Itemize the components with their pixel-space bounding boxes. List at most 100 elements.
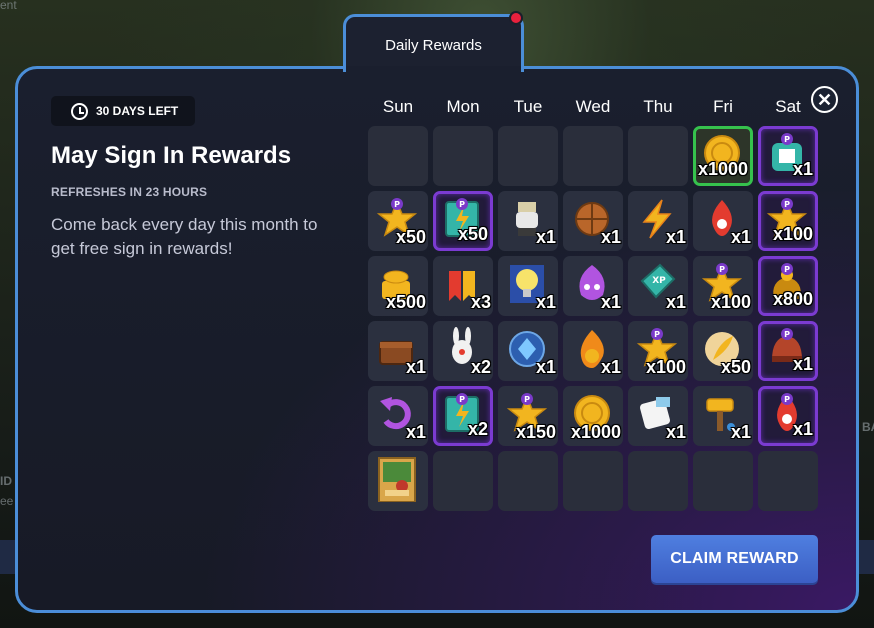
reward-quantity: x2 xyxy=(470,357,491,377)
svg-text:P: P xyxy=(459,200,465,209)
reward-cell[interactable]: x1 xyxy=(368,386,428,446)
svg-text:P: P xyxy=(784,135,790,144)
day-header: Tue xyxy=(513,97,543,116)
reward-cell[interactable]: Px1 xyxy=(758,321,818,381)
reward-quantity: x1000 xyxy=(697,159,748,179)
calendar-cell-empty xyxy=(368,126,428,186)
description: Come back every day this month to get fr… xyxy=(51,215,318,258)
reward-cell[interactable]: Px50 xyxy=(433,191,493,251)
reward-cell[interactable]: x1000 xyxy=(693,126,753,186)
reward-cell[interactable]: XP x1 xyxy=(628,256,688,316)
svg-text:P: P xyxy=(654,330,660,339)
reward-quantity: x150 xyxy=(515,422,556,442)
days-left-badge: 30 DAYS LEFT xyxy=(51,96,195,126)
reward-quantity: x50 xyxy=(720,357,751,377)
calendar-cell-empty xyxy=(628,126,688,186)
reward-quantity: x50 xyxy=(395,227,426,247)
reward-quantity: x1000 xyxy=(570,422,621,442)
claim-reward-label: CLAIM REWARD xyxy=(670,550,799,567)
svg-text:P: P xyxy=(394,200,400,209)
reward-cell[interactable]: Px50 xyxy=(368,191,428,251)
reward-cell[interactable]: Px2 xyxy=(433,386,493,446)
calendar-cell-empty xyxy=(498,126,558,186)
reward-cell[interactable]: x1 xyxy=(368,321,428,381)
reward-quantity: x1 xyxy=(792,159,813,179)
svg-text:P: P xyxy=(784,330,790,339)
reward-cell[interactable]: x50 xyxy=(693,321,753,381)
reward-cell[interactable]: x1 xyxy=(498,191,558,251)
reward-cell[interactable]: Px1 xyxy=(758,386,818,446)
reward-quantity: x100 xyxy=(710,292,751,312)
reward-cell[interactable]: x1 xyxy=(693,191,753,251)
refresh-timer: REFRESHES IN 23 HOURS xyxy=(51,185,208,199)
day-header: Sun xyxy=(382,97,414,116)
reward-cell[interactable]: x1 xyxy=(498,256,558,316)
reward-quantity: x100 xyxy=(772,224,813,244)
reward-quantity: x1 xyxy=(792,354,813,374)
reward-cell[interactable]: x1 xyxy=(563,256,623,316)
day-header: Sat xyxy=(775,97,801,116)
svg-text:P: P xyxy=(719,265,725,274)
reward-cell[interactable]: x1 xyxy=(628,191,688,251)
calendar-cell-empty xyxy=(563,451,623,511)
reward-quantity: x1 xyxy=(665,292,686,312)
background-text: ent xyxy=(0,0,17,12)
reward-cell[interactable]: x500 xyxy=(368,256,428,316)
reward-cell[interactable]: x1 xyxy=(563,321,623,381)
clock-icon xyxy=(71,102,88,120)
reward-cell[interactable]: x1000 xyxy=(563,386,623,446)
reward-quantity: x50 xyxy=(457,224,488,244)
notification-dot xyxy=(509,11,523,25)
tab-label: Daily Rewards xyxy=(385,37,482,54)
reward-quantity: x500 xyxy=(385,292,426,312)
reward-cell[interactable]: x1 xyxy=(563,191,623,251)
close-button[interactable]: ✕ xyxy=(811,86,838,113)
page-title: May Sign In Rewards xyxy=(51,142,292,169)
day-header: Mon xyxy=(446,97,480,116)
reward-quantity: x1 xyxy=(600,227,621,247)
day-header: Fri xyxy=(713,97,733,116)
calendar-cell-empty xyxy=(433,126,493,186)
character-card-icon xyxy=(378,457,416,502)
day-header: Wed xyxy=(575,97,611,116)
reward-cell[interactable]: x1 xyxy=(628,386,688,446)
reward-cell[interactable]: Px100 xyxy=(758,191,818,251)
reward-cell[interactable]: Px1 xyxy=(758,126,818,186)
background-text: ID xyxy=(0,474,12,488)
reward-quantity: x1 xyxy=(600,292,621,312)
reward-quantity: x1 xyxy=(600,357,621,377)
reward-quantity: x1 xyxy=(535,292,556,312)
reward-cell[interactable]: Px150 xyxy=(498,386,558,446)
calendar-cell-empty xyxy=(498,451,558,511)
background-text: BA xyxy=(862,420,874,434)
reward-quantity: x1 xyxy=(665,227,686,247)
svg-text:P: P xyxy=(524,395,530,404)
tab-daily-rewards[interactable]: Daily Rewards xyxy=(343,11,524,72)
reward-cell[interactable]: Px800 xyxy=(758,256,818,316)
close-icon: ✕ xyxy=(816,89,833,110)
reward-quantity: x1 xyxy=(730,422,751,442)
claim-reward-button[interactable]: CLAIM REWARD xyxy=(651,535,818,583)
days-left-text: 30 DAYS LEFT xyxy=(96,104,179,118)
reward-quantity: x800 xyxy=(772,289,813,309)
reward-quantity: x2 xyxy=(467,419,488,439)
reward-quantity: x1 xyxy=(405,422,426,442)
reward-cell[interactable]: Px100 xyxy=(628,321,688,381)
reward-cell[interactable]: x1 xyxy=(693,386,753,446)
svg-text:P: P xyxy=(784,200,790,209)
background-text: ee xyxy=(0,494,14,508)
svg-text:P: P xyxy=(459,395,465,404)
reward-cell[interactable]: x3 xyxy=(433,256,493,316)
svg-text:P: P xyxy=(784,265,790,274)
calendar-cell-empty xyxy=(628,451,688,511)
reward-cell[interactable] xyxy=(368,451,428,511)
reward-quantity: x1 xyxy=(730,227,751,247)
reward-cell[interactable]: Px100 xyxy=(693,256,753,316)
reward-cell[interactable]: x2 xyxy=(433,321,493,381)
svg-text:P: P xyxy=(784,395,790,404)
reward-quantity: x1 xyxy=(792,419,813,439)
calendar-cell-empty xyxy=(433,451,493,511)
reward-cell[interactable]: x1 xyxy=(498,321,558,381)
reward-quantity: x1 xyxy=(535,227,556,247)
reward-quantity: x1 xyxy=(665,422,686,442)
